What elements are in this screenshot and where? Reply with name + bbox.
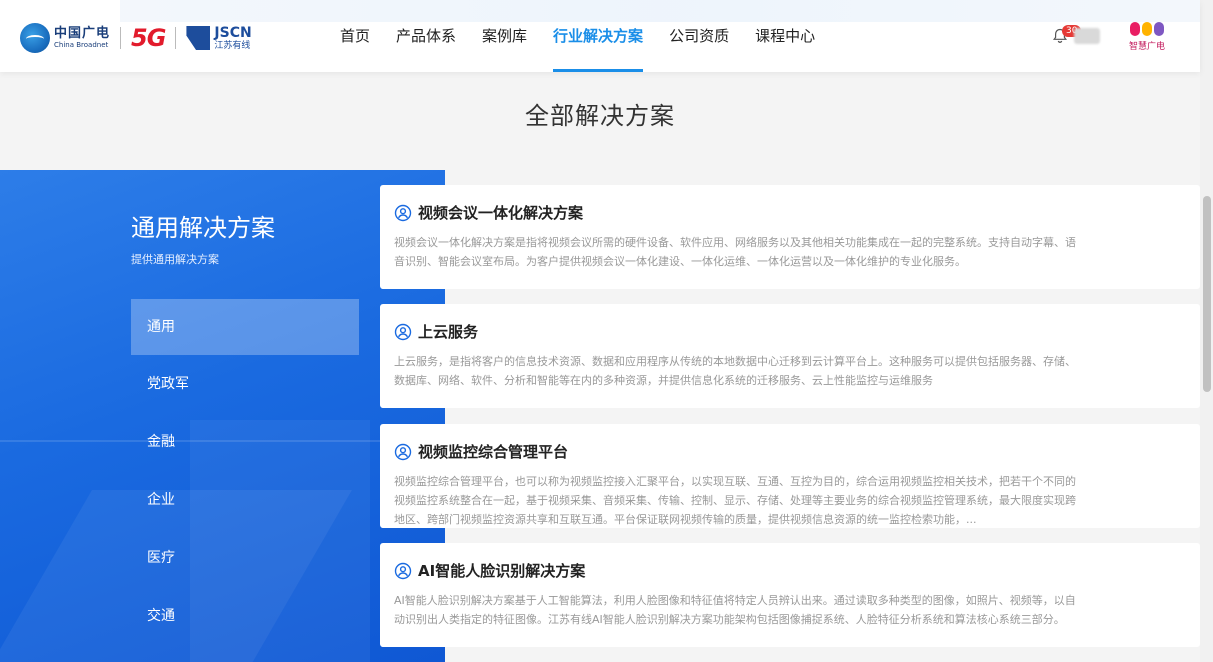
category-item-enterprise[interactable]: 企业 — [131, 471, 359, 529]
category-item-medical[interactable]: 医疗 — [131, 529, 359, 587]
nav-item-products[interactable]: 产品体系 — [396, 0, 456, 72]
avatar[interactable] — [1074, 28, 1100, 44]
cbn-cn-label: 中国广电 — [54, 26, 111, 41]
user-circle-icon — [394, 562, 412, 579]
category-item-government[interactable]: 党政军 — [131, 355, 359, 413]
solution-card[interactable]: 上云服务 上云服务，是指将客户的信息技术资源、数据和应用程序从传统的本地数据中心… — [380, 304, 1200, 408]
5g-logo: 5G — [131, 24, 166, 52]
jscn-mark-icon — [186, 26, 211, 50]
scrollbar-thumb[interactable] — [1203, 196, 1211, 392]
page-title: 全部解决方案 — [525, 102, 675, 130]
main-nav: 首页 产品体系 案例库 行业解决方案 公司资质 课程中心 — [340, 0, 841, 72]
category-item-transport[interactable]: 交通 — [131, 587, 359, 645]
category-item-finance[interactable]: 金融 — [131, 413, 359, 471]
logo-divider — [175, 27, 177, 49]
solution-card[interactable]: 视频会议一体化解决方案 视频会议一体化解决方案是指将视频会议所需的硬件设备、软件… — [380, 185, 1200, 289]
card-title: AI智能人脸识别解决方案 — [418, 562, 586, 580]
panel-title: 通用解决方案 — [131, 214, 275, 242]
category-list: 通用 党政军 金融 企业 医疗 交通 — [131, 299, 359, 645]
card-title: 视频监控综合管理平台 — [418, 443, 569, 461]
solution-card[interactable]: AI智能人脸识别解决方案 AI智能人脸识别解决方案基于人工智能算法，利用人脸图像… — [380, 543, 1200, 647]
card-description: 上云服务，是指将客户的信息技术资源、数据和应用程序从传统的本地数据中心迁移到云计… — [394, 355, 1076, 387]
nav-item-courses[interactable]: 课程中心 — [755, 0, 815, 72]
user-circle-icon — [394, 204, 412, 221]
solution-card[interactable]: 视频监控综合管理平台 视频监控综合管理平台，也可以称为视频监控接入汇聚平台，以实… — [380, 424, 1200, 528]
nav-item-solutions[interactable]: 行业解决方案 — [553, 0, 644, 72]
nav-item-cases[interactable]: 案例库 — [482, 0, 527, 72]
jscn-en-label: JSCN — [214, 24, 252, 41]
logo-divider — [120, 27, 122, 49]
china-broadnet-mark-icon — [20, 23, 50, 53]
top-header: 中国广电 China Broadnet 5G JSCN 江苏有线 首页 产品体系… — [0, 0, 1200, 72]
category-item-general[interactable]: 通用 — [131, 299, 359, 355]
nav-item-home[interactable]: 首页 — [340, 0, 370, 72]
nav-item-qualifications[interactable]: 公司资质 — [669, 0, 729, 72]
smart-broadcast-logo: 智慧广电 — [1120, 22, 1174, 52]
jscn-logo: JSCN 江苏有线 — [186, 24, 252, 51]
cbn-en-label: China Broadnet — [54, 41, 109, 49]
card-description: 视频会议一体化解决方案是指将视频会议所需的硬件设备、软件应用、网络服务以及其他相… — [394, 236, 1076, 268]
panel-subtitle: 提供通用解决方案 — [131, 253, 219, 266]
page-root: 中国广电 China Broadnet 5G JSCN 江苏有线 首页 产品体系… — [0, 0, 1213, 662]
card-title: 视频会议一体化解决方案 — [418, 204, 584, 222]
card-title: 上云服务 — [418, 323, 479, 341]
smart-broadcast-label: 智慧广电 — [1128, 42, 1165, 52]
user-circle-icon — [394, 443, 412, 460]
card-description: AI智能人脸识别解决方案基于人工智能算法，利用人脸图像和特征值将特定人员辨认出来… — [394, 594, 1076, 626]
china-broadnet-logo: 中国广电 China Broadnet — [20, 23, 110, 53]
smart-broadcast-mark-icon — [1120, 22, 1174, 38]
card-description: 视频监控综合管理平台，也可以称为视频监控接入汇聚平台，以实现互联、互通、互控为目… — [394, 475, 1076, 526]
category-panel: 通用解决方案 提供通用解决方案 通用 党政军 金融 企业 医疗 交通 — [0, 170, 445, 662]
user-circle-icon — [394, 323, 412, 340]
jscn-cn-label: 江苏有线 — [214, 40, 251, 51]
brand-logos[interactable]: 中国广电 China Broadnet 5G JSCN 江苏有线 — [20, 22, 252, 54]
